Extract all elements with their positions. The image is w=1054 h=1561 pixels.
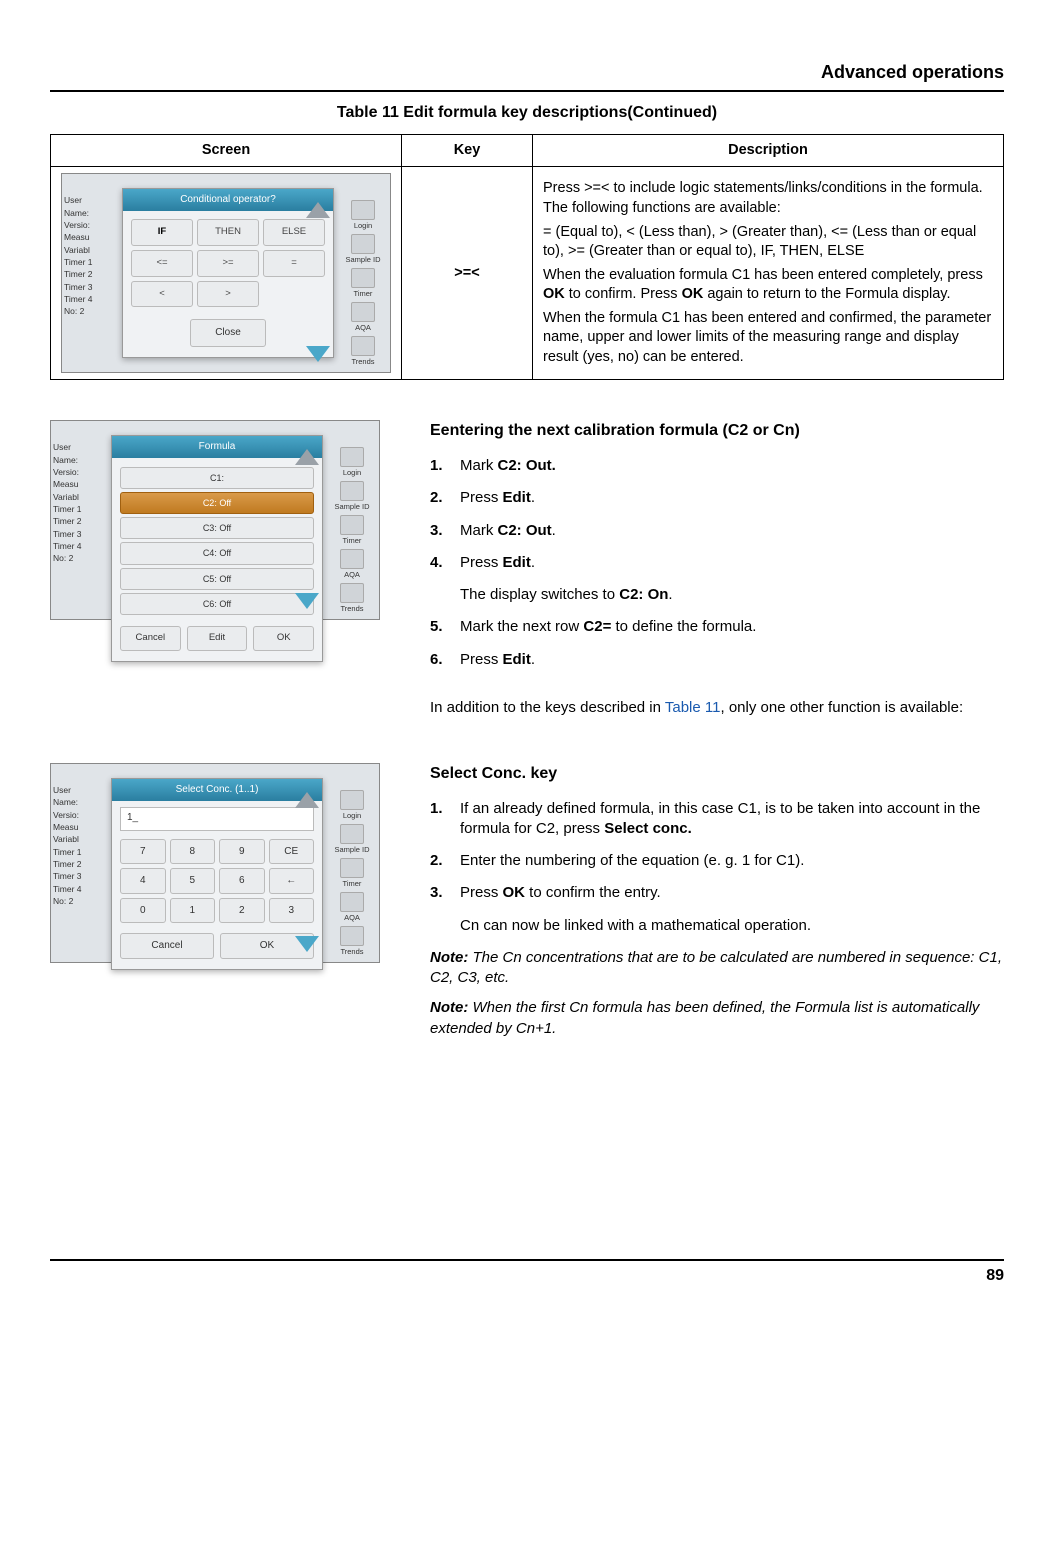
dialog-title: Formula (112, 436, 322, 458)
dialog-numpad: Select Conc. (1..1) 1_ 7 8 9 CE 4 5 6 ← … (111, 778, 323, 970)
aqa-icon[interactable] (340, 549, 364, 569)
screenshot-formula-list: User Name: Versio: Measu Variabl Timer 1… (50, 420, 380, 620)
formula-row-c1[interactable]: C1: (120, 467, 314, 489)
close-button[interactable]: Close (190, 319, 266, 347)
right-toolbar: Login Sample ID Timer AQA Trends (329, 443, 375, 617)
section-heading: Select Conc. key (430, 763, 1004, 785)
key-1[interactable]: 1 (170, 898, 216, 924)
section-heading: Eentering the next calibration formula (… (430, 420, 1004, 442)
trends-icon[interactable] (351, 336, 375, 356)
note-1: Note: The Cn concentrations that are to … (430, 948, 1004, 989)
op-lt[interactable]: < (131, 281, 193, 308)
op-then[interactable]: THEN (197, 219, 259, 246)
op-gte[interactable]: >= (197, 250, 259, 277)
screenshot-select-conc: User Name: Versio: Measu Variabl Timer 1… (50, 763, 380, 963)
key-3[interactable]: 3 (269, 898, 315, 924)
op-gt[interactable]: > (197, 281, 259, 308)
scroll-up-icon[interactable] (295, 792, 319, 808)
screenshot-conditional-operator: User Name: Versio: Measu Variabl Timer 1… (61, 173, 391, 373)
key-6[interactable]: 6 (219, 868, 265, 894)
timer-icon[interactable] (340, 858, 364, 878)
header-rule (50, 90, 1004, 92)
table-11-link[interactable]: Table 11 (665, 699, 721, 716)
side-labels: User Name: Versio: Measu Variabl Timer 1… (64, 194, 93, 317)
login-icon[interactable] (340, 447, 364, 467)
key-0[interactable]: 0 (120, 898, 166, 924)
sample-id-icon[interactable] (351, 234, 375, 254)
page-number: 89 (50, 1265, 1004, 1287)
scroll-up-icon[interactable] (306, 202, 330, 218)
cell-description: Press >=< to include logic statements/li… (533, 167, 1004, 380)
formula-row-c6[interactable]: C6: Off (120, 593, 314, 615)
op-lte[interactable]: <= (131, 250, 193, 277)
scroll-up-icon[interactable] (295, 449, 319, 465)
login-icon[interactable] (340, 790, 364, 810)
key-backspace[interactable]: ← (269, 868, 315, 894)
table-row: User Name: Versio: Measu Variabl Timer 1… (51, 167, 1004, 380)
cancel-button[interactable]: Cancel (120, 933, 214, 959)
section-header: Advanced operations (50, 60, 1004, 84)
scroll-down-icon[interactable] (295, 593, 319, 609)
aqa-icon[interactable] (340, 892, 364, 912)
section-entering-next-formula: User Name: Versio: Measu Variabl Timer 1… (50, 420, 1004, 733)
th-key: Key (402, 134, 533, 167)
dialog-title: Conditional operator? (123, 189, 333, 211)
side-labels: User Name: Versio: Measu Variabl Timer 1… (53, 441, 82, 564)
key-9[interactable]: 9 (219, 839, 265, 865)
sample-id-icon[interactable] (340, 481, 364, 501)
formula-row-c2[interactable]: C2: Off (120, 492, 314, 514)
formula-row-c3[interactable]: C3: Off (120, 517, 314, 539)
key-ce[interactable]: CE (269, 839, 315, 865)
transition-paragraph: In addition to the keys described in Tab… (430, 698, 1004, 718)
key-8[interactable]: 8 (170, 839, 216, 865)
trends-icon[interactable] (340, 583, 364, 603)
th-screen: Screen (51, 134, 402, 167)
ok-button[interactable]: OK (253, 626, 314, 651)
key-2[interactable]: 2 (219, 898, 265, 924)
formula-row-c4[interactable]: C4: Off (120, 542, 314, 564)
op-eq[interactable]: = (263, 250, 325, 277)
scroll-down-icon[interactable] (306, 346, 330, 362)
key-5[interactable]: 5 (170, 868, 216, 894)
formula-row-c5[interactable]: C5: Off (120, 568, 314, 590)
edit-button[interactable]: Edit (187, 626, 248, 651)
steps-list: 1.Mark C2: Out. 2.Press Edit. 3.Mark C2:… (430, 456, 1004, 670)
sample-id-icon[interactable] (340, 824, 364, 844)
numpad-input[interactable]: 1_ (120, 807, 314, 831)
cell-screen: User Name: Versio: Measu Variabl Timer 1… (51, 167, 402, 380)
key-4[interactable]: 4 (120, 868, 166, 894)
aqa-icon[interactable] (351, 302, 375, 322)
footer-rule (50, 1259, 1004, 1261)
dialog-formula: Formula C1: C2: Off C3: Off C4: Off C5: … (111, 435, 323, 661)
scroll-down-icon[interactable] (295, 936, 319, 952)
cancel-button[interactable]: Cancel (120, 626, 181, 651)
right-toolbar: Login Sample ID Timer AQA Trends (329, 786, 375, 960)
formula-key-table: Screen Key Description User Name: Versio… (50, 134, 1004, 381)
timer-icon[interactable] (351, 268, 375, 288)
cell-key: >=< (402, 167, 533, 380)
dialog-conditional: Conditional operator? IF THEN ELSE <= >=… (122, 188, 334, 357)
op-if[interactable]: IF (131, 219, 193, 246)
note-2: Note: When the first Cn formula has been… (430, 998, 1004, 1039)
key-7[interactable]: 7 (120, 839, 166, 865)
dialog-title: Select Conc. (1..1) (112, 779, 322, 801)
timer-icon[interactable] (340, 515, 364, 535)
op-else[interactable]: ELSE (263, 219, 325, 246)
section-select-conc: User Name: Versio: Measu Variabl Timer 1… (50, 763, 1004, 1049)
th-description: Description (533, 134, 1004, 167)
trends-icon[interactable] (340, 926, 364, 946)
steps-list: 1.If an already defined formula, in this… (430, 799, 1004, 936)
right-toolbar: Login Sample ID Timer AQA Trends (340, 196, 386, 370)
login-icon[interactable] (351, 200, 375, 220)
table-caption: Table 11 Edit formula key descriptions(C… (50, 102, 1004, 124)
side-labels: User Name: Versio: Measu Variabl Timer 1… (53, 784, 82, 907)
